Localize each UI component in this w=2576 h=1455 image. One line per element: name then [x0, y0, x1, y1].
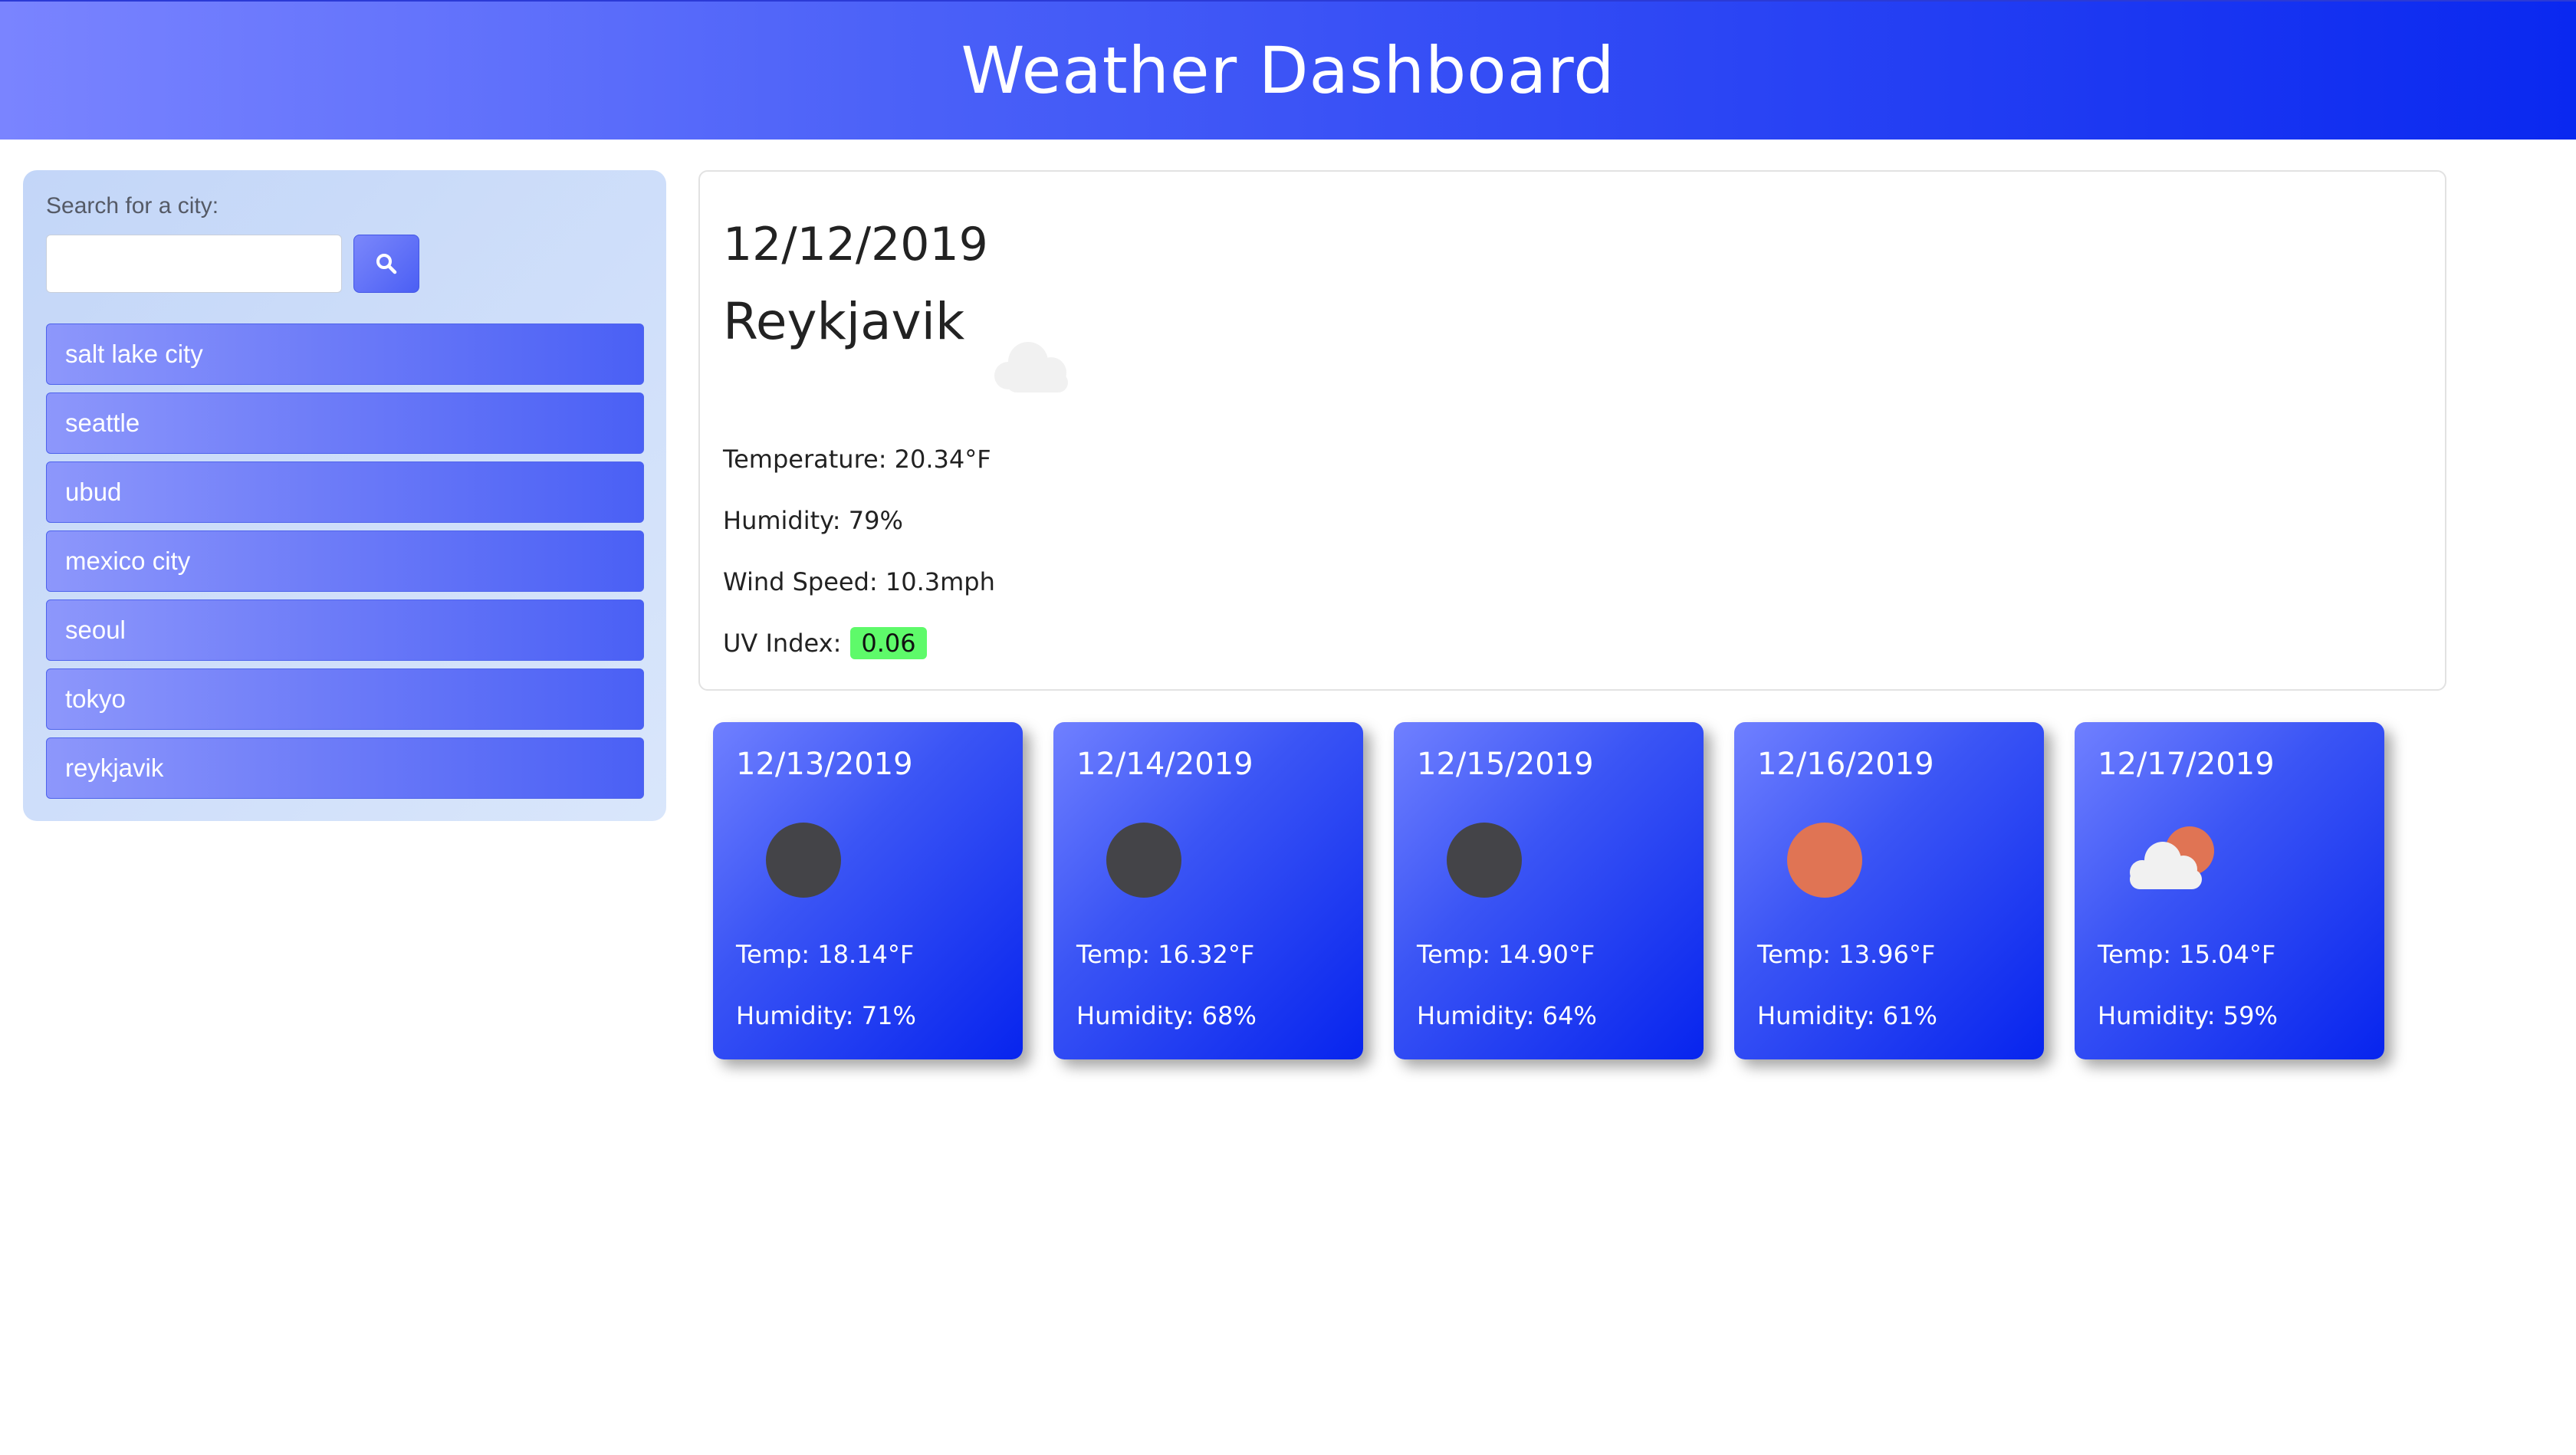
forecast-date: 12/16/2019: [1757, 747, 1934, 782]
moon-icon: [766, 823, 841, 898]
forecast-temp: Temp: 14.90°F: [1417, 940, 1595, 969]
forecast-card: 12/15/2019 Temp: 14.90°F Humidity: 64%: [1394, 722, 1704, 1059]
forecast-date: 12/17/2019: [2098, 747, 2275, 782]
current-city-name: Reykjavik: [723, 292, 965, 351]
forecast-temp: Temp: 15.04°F: [2098, 940, 2276, 969]
current-date: 12/12/2019: [723, 218, 988, 271]
city-item-reykjavik[interactable]: reykjavik: [46, 737, 644, 799]
city-item-ubud[interactable]: ubud: [46, 461, 644, 523]
page-title: Weather Dashboard: [961, 33, 1615, 108]
current-weather-card: 12/12/2019 Reykjavik Temperature: 20.34°…: [698, 170, 2446, 691]
five-day-forecast: 12/13/2019 Temp: 18.14°F Humidity: 71% 1…: [713, 722, 2384, 1059]
current-temperature: Temperature: 20.34°F: [723, 445, 991, 474]
forecast-temp: Temp: 18.14°F: [736, 940, 915, 969]
forecast-humidity: Humidity: 68%: [1076, 1001, 1257, 1030]
forecast-card: 12/14/2019 Temp: 16.32°F Humidity: 68%: [1053, 722, 1363, 1059]
city-item-seattle[interactable]: seattle: [46, 392, 644, 454]
forecast-humidity: Humidity: 64%: [1417, 1001, 1597, 1030]
forecast-card: 12/17/2019 Temp: 15.04°F Humidity: 59%: [2075, 722, 2384, 1059]
uv-index-row: UV Index: 0.06: [723, 627, 927, 659]
search-input[interactable]: [46, 235, 342, 293]
search-label: Search for a city:: [46, 193, 219, 218]
city-item-tokyo[interactable]: tokyo: [46, 668, 644, 730]
uv-index-badge: 0.06: [850, 627, 927, 659]
sun-icon: [1787, 823, 1862, 898]
search-button[interactable]: [353, 235, 419, 293]
moon-icon: [1447, 823, 1522, 898]
cloud-icon: [994, 342, 1068, 392]
moon-icon: [1106, 823, 1181, 898]
forecast-date: 12/15/2019: [1417, 747, 1594, 782]
forecast-card: 12/16/2019 Temp: 13.96°F Humidity: 61%: [1734, 722, 2044, 1059]
page-header: Weather Dashboard: [0, 0, 2576, 140]
forecast-date: 12/13/2019: [736, 747, 913, 782]
forecast-card: 12/13/2019 Temp: 18.14°F Humidity: 71%: [713, 722, 1023, 1059]
current-humidity: Humidity: 79%: [723, 506, 903, 535]
city-history-list: salt lake city seattle ubud mexico city …: [46, 324, 644, 806]
forecast-humidity: Humidity: 71%: [736, 1001, 916, 1030]
forecast-date: 12/14/2019: [1076, 747, 1254, 782]
search-icon: [376, 254, 397, 274]
partly-cloudy-icon: [2130, 826, 2214, 889]
forecast-temp: Temp: 13.96°F: [1757, 940, 1936, 969]
current-wind-speed: Wind Speed: 10.3mph: [723, 567, 995, 596]
search-sidebar: Search for a city: salt lake city seattl…: [23, 170, 666, 821]
forecast-temp: Temp: 16.32°F: [1076, 940, 1255, 969]
uv-index-label: UV Index:: [723, 629, 842, 658]
forecast-humidity: Humidity: 61%: [1757, 1001, 1937, 1030]
city-item-salt-lake-city[interactable]: salt lake city: [46, 324, 644, 385]
city-item-seoul[interactable]: seoul: [46, 599, 644, 661]
forecast-humidity: Humidity: 59%: [2098, 1001, 2278, 1030]
city-item-mexico-city[interactable]: mexico city: [46, 530, 644, 592]
